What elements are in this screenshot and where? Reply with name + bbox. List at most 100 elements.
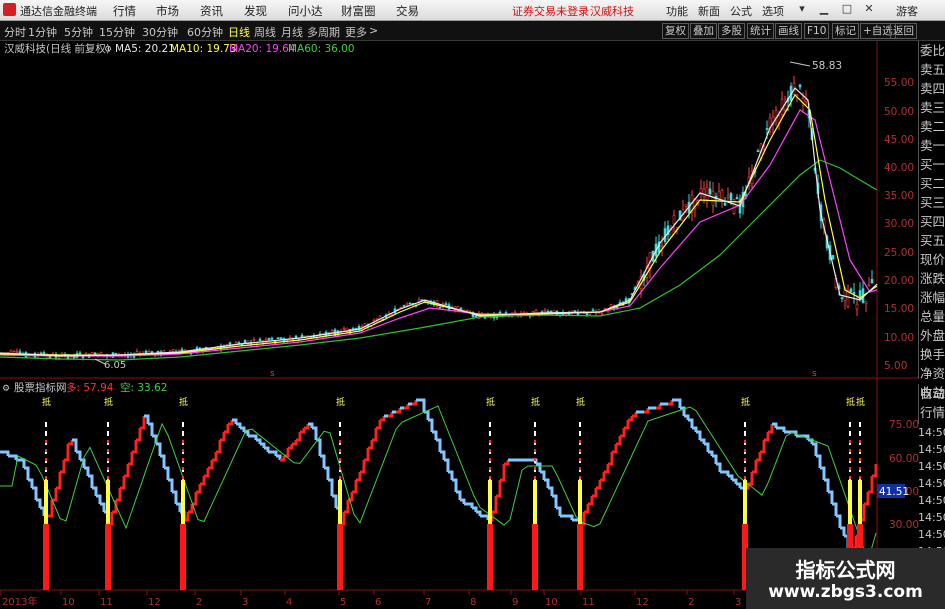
sidebar-item[interactable]: 买三	[919, 193, 945, 212]
signal-label: 抵	[179, 396, 188, 408]
price-tick: 10.00	[884, 332, 914, 344]
maximize-icon[interactable]: □	[840, 2, 854, 16]
sidebar-item[interactable]: 净资	[919, 364, 945, 383]
candle-body	[870, 279, 874, 284]
period-fenshi[interactable]: 分时	[4, 24, 26, 40]
period-30min[interactable]: 30分钟	[142, 24, 178, 40]
indicator-step	[432, 430, 438, 440]
candle-body	[459, 307, 463, 310]
indicator-step	[64, 444, 70, 462]
period-15min[interactable]: 15分钟	[99, 24, 135, 40]
btn-f10[interactable]: F10	[804, 23, 830, 39]
watermark-banner: 指标公式网 www.zbgs3.com	[746, 548, 945, 609]
dropdown-icon[interactable]: ▾	[795, 2, 809, 16]
kline-chart-area[interactable]: 汉威科技(日线 前复权) ⚙ MA5: 20.21 MA10: 19.73 MA…	[0, 41, 945, 609]
sidebar-item[interactable]: 买五	[919, 231, 945, 250]
menu-gongneng[interactable]: 功能	[666, 3, 688, 19]
sidebar-item[interactable]: 外盘	[919, 326, 945, 345]
period-5min[interactable]: 5分钟	[64, 24, 93, 40]
price-tick: 20.00	[884, 275, 914, 287]
candle-body	[270, 337, 274, 340]
btn-tongji[interactable]: 统计	[747, 23, 774, 39]
tick-time: 14:50	[918, 426, 945, 439]
sidebar-auto[interactable]: 自动	[919, 384, 945, 403]
candle-body	[465, 309, 469, 312]
btn-diejia[interactable]: 叠加	[690, 23, 717, 39]
candle-body	[267, 337, 271, 340]
event-marker-icon[interactable]: s	[812, 369, 817, 379]
sidebar-item[interactable]: 卖一	[919, 136, 945, 155]
indicator-step	[840, 526, 846, 536]
event-marker-icon[interactable]: s	[270, 369, 275, 379]
period-multi[interactable]: 多周期	[307, 24, 340, 40]
period-60min[interactable]: 60分钟	[187, 24, 223, 40]
indicator-step	[168, 478, 174, 492]
sidebar-item[interactable]: 涨跌	[919, 269, 945, 288]
menu-xuanxiang[interactable]: 选项	[762, 3, 784, 19]
candle-body	[849, 288, 853, 293]
indicator-step	[716, 462, 722, 472]
signal-bar-red	[487, 524, 493, 590]
sidebar-item[interactable]: 买二	[919, 174, 945, 193]
period-daily[interactable]: 日线	[228, 24, 250, 40]
btn-fuquan[interactable]: 复权	[662, 23, 689, 39]
indicator-step	[460, 498, 466, 504]
indicator-step	[604, 464, 610, 474]
indicator-step	[816, 454, 822, 468]
indicator-gear-icon[interactable]: ⚙	[2, 384, 10, 394]
sidebar-hangqing[interactable]: 行情	[919, 403, 945, 422]
candle-body	[177, 350, 181, 352]
sidebar-item[interactable]: 卖二	[919, 117, 945, 136]
menu-zixun[interactable]: 资讯	[200, 3, 223, 19]
menu-faxian[interactable]: 发现	[244, 3, 267, 19]
menu-wenxiaoda[interactable]: 问小达	[288, 3, 323, 19]
indicator-step	[872, 464, 878, 478]
login-status[interactable]: 游客	[896, 3, 918, 19]
sidebar-item[interactable]: 总量	[919, 307, 945, 326]
sidebar-item[interactable]: 换手	[919, 345, 945, 364]
indicator-step	[56, 472, 62, 490]
sidebar-item[interactable]: 现价	[919, 250, 945, 269]
btn-fanhui[interactable]: 返回	[890, 23, 917, 39]
sidebar-item[interactable]: 买四	[919, 212, 945, 231]
candle-body	[735, 197, 739, 200]
price-tick: 5.00	[884, 360, 907, 372]
btn-duogu[interactable]: 多股	[718, 23, 745, 39]
period-weekly[interactable]: 周线	[254, 24, 276, 40]
indicator-step	[404, 404, 410, 410]
close-icon[interactable]: ✕	[862, 2, 876, 16]
login-warning[interactable]: 证券交易未登录	[512, 3, 589, 19]
indicator-step	[116, 488, 122, 502]
period-more-arrow-icon[interactable]: >	[369, 24, 378, 37]
indicator-current-value: 41.51	[879, 486, 909, 498]
settings-gear-icon[interactable]: ⚙	[104, 45, 112, 55]
indicator-step	[728, 474, 734, 480]
menu-xinmian[interactable]: 新面	[698, 3, 720, 19]
sidebar-item[interactable]: 买一	[919, 155, 945, 174]
indicator-step	[692, 426, 698, 432]
btn-huaxian[interactable]: 画线	[775, 23, 802, 39]
menu-gongshi[interactable]: 公式	[730, 3, 752, 19]
sidebar-item[interactable]: 卖五	[919, 60, 945, 79]
menu-shichang[interactable]: 市场	[156, 3, 179, 19]
signal-bar-yellow	[533, 480, 537, 524]
menu-hangqing[interactable]: 行情	[113, 3, 136, 19]
minimize-icon[interactable]: ▁	[817, 2, 831, 16]
period-1min[interactable]: 1分钟	[28, 24, 57, 40]
indicator-step	[52, 488, 58, 502]
candle-body	[726, 195, 730, 198]
period-monthly[interactable]: 月线	[281, 24, 303, 40]
period-more[interactable]: 更多	[345, 24, 367, 40]
menu-jiaoyi[interactable]: 交易	[396, 3, 419, 19]
sidebar-item[interactable]: 委比	[919, 41, 945, 60]
indicator-step	[196, 484, 202, 494]
candle-body	[711, 190, 715, 206]
sidebar-item[interactable]: 卖三	[919, 98, 945, 117]
sidebar-item[interactable]: 卖四	[919, 79, 945, 98]
menu-caifuquan[interactable]: 财富圈	[341, 3, 376, 19]
indicator-step	[172, 490, 178, 504]
btn-biaoji[interactable]: 标记	[832, 23, 859, 39]
sidebar-item[interactable]: 涨幅	[919, 288, 945, 307]
indicator-step	[668, 400, 674, 406]
time-axis-label: 2	[688, 597, 694, 608]
